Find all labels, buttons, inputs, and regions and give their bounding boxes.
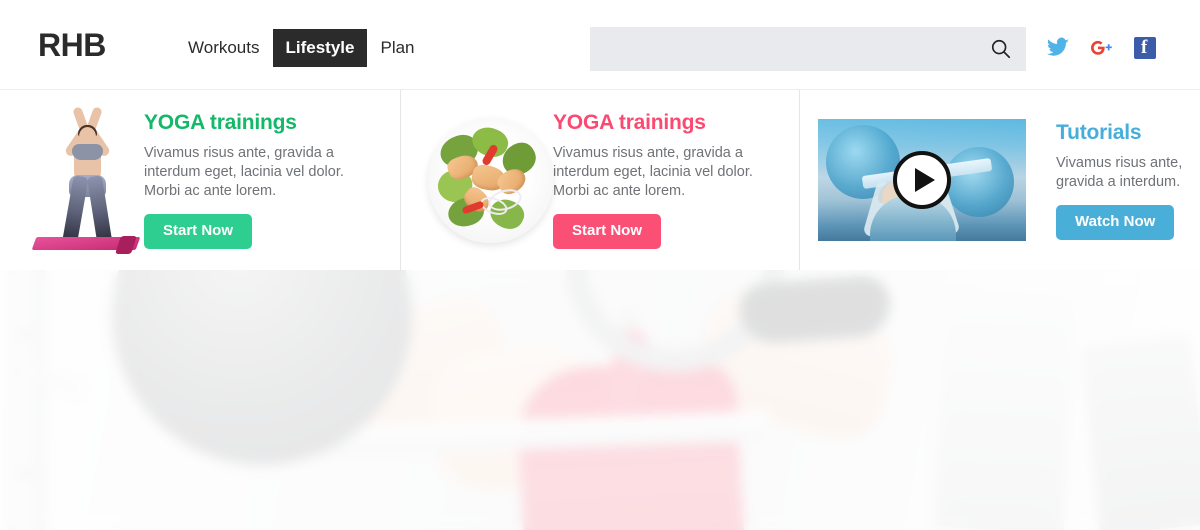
card-lifestyle-description: Vivamus risus ante, gravida a interdum e…	[553, 145, 753, 199]
social-links	[1046, 36, 1156, 60]
nav-item-plan[interactable]: Plan	[367, 29, 427, 67]
salad-plate-image	[401, 117, 553, 243]
google-plus-icon[interactable]	[1090, 36, 1114, 60]
main-navigation: Workouts Lifestyle Plan	[175, 29, 428, 67]
card-lifestyle[interactable]: YOGA trainings Vivamus risus ante, gravi…	[400, 90, 799, 270]
card-yoga-description: Vivamus risus ante, gravida a interdum e…	[144, 145, 344, 199]
card-lifestyle-title: YOGA trainings	[553, 111, 706, 134]
page-root: RHB Workouts Lifestyle Plan f YOGA train…	[0, 0, 1200, 530]
card-tutorials-description: Vivamus risus ante, gravida a interdum.	[1056, 154, 1183, 190]
search-box[interactable]	[590, 27, 1026, 71]
card-tutorials-watch-button[interactable]: Watch Now	[1056, 204, 1175, 240]
card-tutorials-title: Tutorials	[1056, 120, 1142, 144]
yoga-woman-image	[0, 103, 144, 258]
site-header: RHB Workouts Lifestyle Plan	[0, 0, 1200, 90]
card-yoga-title: YOGA trainings	[144, 111, 297, 134]
gym-video-thumbnail[interactable]	[800, 119, 1026, 241]
hero-banner	[0, 270, 1200, 530]
hero-overlay	[0, 270, 1200, 530]
card-yoga-start-button[interactable]: Start Now	[144, 214, 253, 249]
facebook-icon[interactable]	[1134, 36, 1156, 60]
card-yoga[interactable]: YOGA trainings Vivamus risus ante, gravi…	[0, 90, 400, 270]
nav-item-lifestyle[interactable]: Lifestyle	[272, 29, 368, 67]
twitter-icon[interactable]	[1046, 36, 1070, 60]
card-tutorials[interactable]: Tutorials Vivamus risus ante, gravida a …	[799, 90, 1200, 270]
search-icon[interactable]	[990, 38, 1012, 60]
play-icon[interactable]	[893, 151, 951, 209]
search-input[interactable]	[590, 27, 1026, 71]
card-lifestyle-start-button[interactable]: Start Now	[553, 214, 662, 249]
feature-cards: YOGA trainings Vivamus risus ante, gravi…	[0, 90, 1200, 270]
card-lifestyle-body: YOGA trainings Vivamus risus ante, gravi…	[553, 111, 799, 249]
card-tutorials-body: Tutorials Vivamus risus ante, gravida a …	[1026, 121, 1200, 240]
nav-item-workouts[interactable]: Workouts	[175, 29, 273, 67]
card-yoga-body: YOGA trainings Vivamus risus ante, gravi…	[144, 111, 400, 249]
site-logo[interactable]: RHB	[38, 27, 106, 64]
